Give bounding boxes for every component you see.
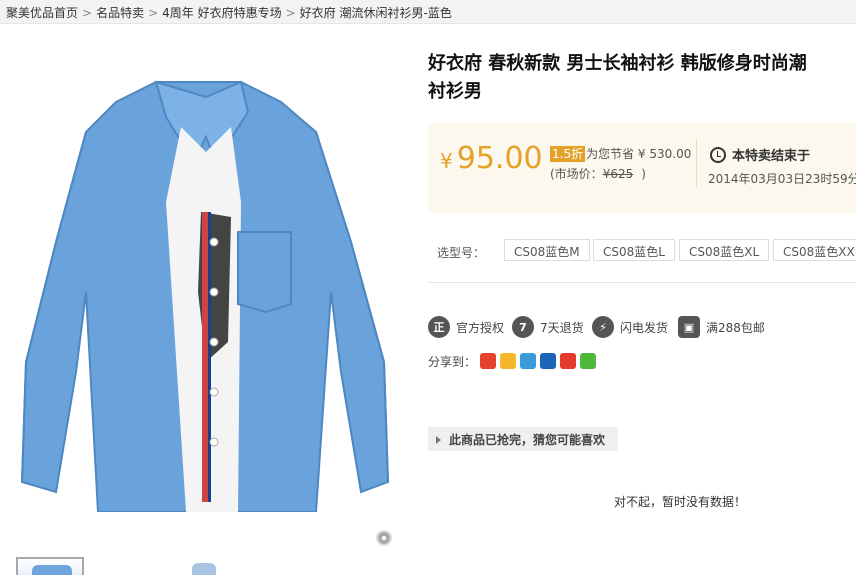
breadcrumb-separator: > xyxy=(148,6,159,20)
thumbnail-2[interactable] xyxy=(182,557,222,575)
service-label: 满288包邮 xyxy=(706,320,765,335)
product-gallery xyxy=(16,42,396,554)
product-title: 好衣府 春秋新款 男士长袖衬衫 韩版修身时尚潮 衬衫男 xyxy=(428,50,856,106)
market-price-close: ) xyxy=(641,167,646,181)
service-authentic: 正官方授权 xyxy=(428,315,504,339)
timer-title-text: 本特卖结束于 xyxy=(732,149,811,164)
lightning-icon: ⚡ xyxy=(592,316,614,338)
service-fast-ship: ⚡ 闪电发货 xyxy=(592,315,668,339)
qzone-icon[interactable] xyxy=(500,353,517,369)
breadcrumb-category[interactable]: 名品特卖 xyxy=(96,6,144,20)
thumbnail-1[interactable] xyxy=(16,557,84,575)
sale-price: ¥95.00 xyxy=(440,141,543,176)
product-title-line1: 好衣府 春秋新款 男士长袖衬衫 韩版修身时尚潮 xyxy=(428,53,807,74)
recommend-header: 此商品已抢完，猜您可能喜欢 xyxy=(428,427,618,451)
kaixin-icon[interactable] xyxy=(560,353,577,369)
share-label: 分享到： xyxy=(428,354,477,369)
size-option-xl[interactable]: CS08蓝色XL xyxy=(679,239,770,261)
size-option-xxl[interactable]: CS08蓝色XXL xyxy=(773,239,856,261)
price-value: 95.00 xyxy=(456,141,543,176)
thumbnail-strip xyxy=(0,557,856,575)
price-box: ¥95.00 1.5折 为您节省 ¥ 530.00 (市场价：¥625) 本特卖结… xyxy=(428,123,856,213)
tencent-weibo-icon[interactable] xyxy=(520,353,537,369)
currency-symbol: ¥ xyxy=(440,149,453,173)
discount-info: 1.5折 为您节省 ¥ 530.00 xyxy=(550,145,691,162)
truck-icon: ▣ xyxy=(678,316,700,338)
alarm-clock-icon xyxy=(710,147,726,163)
service-label: 闪电发货 xyxy=(620,320,669,335)
return-7day-icon: 7 xyxy=(512,316,534,338)
recommend-label: 此商品已抢完，猜您可能喜欢 xyxy=(449,433,606,447)
service-guarantees: 正官方授权 7 7天退货 ⚡ 闪电发货 ▣ 满288包邮 xyxy=(428,315,856,339)
size-option-l[interactable]: CS08蓝色L xyxy=(593,239,675,261)
thumbnail-image xyxy=(32,565,72,575)
service-label: 官方授权 xyxy=(456,320,505,335)
breadcrumb-separator: > xyxy=(285,6,296,20)
thumbnail-image xyxy=(192,563,216,575)
discount-badge: 1.5折 xyxy=(550,146,586,162)
market-price-label: (市场价： xyxy=(550,167,603,181)
breadcrumb-home[interactable]: 聚美优品首页 xyxy=(6,6,78,20)
market-price: (市场价：¥625) xyxy=(550,165,646,182)
empty-message: 对不起，暂时没有数据！ xyxy=(614,495,747,509)
divider xyxy=(428,282,856,283)
service-label: 7天退货 xyxy=(540,320,584,335)
zoom-icon[interactable] xyxy=(376,530,392,546)
divider xyxy=(696,139,697,187)
size-selector: 选型号： CS08蓝色M CS08蓝色L CS08蓝色XL CS08蓝色XXL xyxy=(437,239,856,263)
sale-timer-title: 本特卖结束于 xyxy=(710,145,810,164)
renren-icon[interactable] xyxy=(540,353,557,369)
breadcrumb-current: 好衣府 潮流休闲衬衫男-蓝色 xyxy=(299,6,452,20)
more-share-icon[interactable] xyxy=(580,353,597,369)
arrow-right-icon xyxy=(436,436,441,444)
sale-end-time: 2014年03月03日23时59分 xyxy=(708,172,856,186)
product-title-line2: 衬衫男 xyxy=(428,81,482,102)
size-option-m[interactable]: CS08蓝色M xyxy=(504,239,590,261)
breadcrumb-event[interactable]: 4周年 好衣府特惠专场 xyxy=(162,6,281,20)
product-image[interactable] xyxy=(16,42,396,512)
market-price-value: ¥625 xyxy=(602,167,634,181)
service-return: 7 7天退货 xyxy=(512,315,584,339)
breadcrumb-separator: > xyxy=(82,6,93,20)
authentic-icon: 正 xyxy=(428,316,450,338)
service-free-ship: ▣ 满288包邮 xyxy=(678,315,765,339)
save-amount: 为您节省 ¥ 530.00 xyxy=(586,147,692,161)
weibo-icon[interactable] xyxy=(480,353,497,369)
size-label: 选型号： xyxy=(437,246,486,260)
breadcrumb: 聚美优品首页 > 名品特卖 >4周年 好衣府特惠专场 > 好衣府 潮流休闲衬衫男-蓝色 xyxy=(0,0,856,24)
share-bar: 分享到： xyxy=(428,351,597,371)
